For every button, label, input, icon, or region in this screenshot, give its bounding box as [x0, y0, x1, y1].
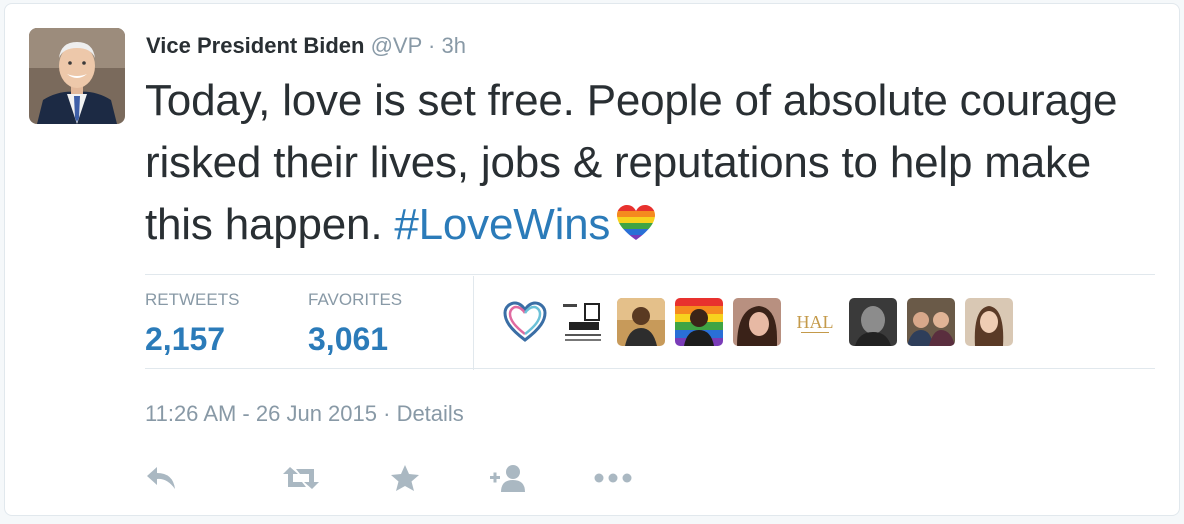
user-photo-avatar[interactable]	[849, 298, 897, 346]
reply-button[interactable]	[145, 460, 193, 496]
reply-icon	[147, 467, 175, 489]
hashtag-link[interactable]: #LoveWins	[394, 200, 610, 249]
tweet-meta: 11:26 AM - 26 Jun 2015 · Details	[145, 400, 464, 428]
relative-time[interactable]: 3h	[441, 33, 465, 58]
retweets-count: 2,157	[145, 321, 226, 357]
favorites-stat[interactable]: FAVORITES 3,061	[308, 289, 402, 359]
rainbow-photo-avatar[interactable]	[675, 298, 723, 346]
user-photo-avatar[interactable]	[733, 298, 781, 346]
tweet-actions	[145, 460, 665, 496]
retweet-button[interactable]	[249, 460, 353, 496]
follow-button[interactable]	[457, 460, 561, 496]
tweet-text: Today, love is set free. People of absol…	[145, 70, 1165, 259]
more-icon	[594, 473, 632, 483]
follow-icon	[490, 465, 525, 492]
favoriters-list: HAL	[501, 298, 1013, 346]
tweet-header: Vice President Biden @VP · 3h	[146, 32, 466, 60]
retweets-label: RETWEETS	[145, 290, 240, 309]
heart-logo-avatar[interactable]	[501, 298, 549, 346]
favorite-button[interactable]	[353, 460, 457, 496]
stats-divider	[473, 276, 474, 370]
favorites-count: 3,061	[308, 321, 389, 357]
meta-separator: ·	[383, 401, 391, 426]
details-link[interactable]: Details	[397, 401, 464, 426]
author-avatar[interactable]	[29, 28, 125, 124]
user-photo-avatar[interactable]	[965, 298, 1013, 346]
rainbow-heart-icon	[616, 197, 656, 259]
svg-text:HAL: HAL	[797, 312, 834, 332]
more-button[interactable]	[561, 460, 665, 496]
author-handle[interactable]: @VP	[371, 33, 422, 58]
retweets-stat[interactable]: RETWEETS 2,157	[145, 289, 239, 359]
divider-bottom	[145, 368, 1155, 369]
tweet-timestamp[interactable]: 11:26 AM - 26 Jun 2015	[145, 401, 377, 426]
favorites-label: FAVORITES	[308, 290, 403, 309]
header-separator: ·	[428, 33, 436, 58]
user-photo-avatar[interactable]	[617, 298, 665, 346]
tweet-card: Vice President Biden @VP · 3h Today, lov…	[4, 3, 1180, 516]
group-photo-avatar[interactable]	[907, 298, 955, 346]
business-card-avatar[interactable]	[559, 298, 607, 346]
retweet-icon	[283, 467, 319, 489]
star-icon	[391, 465, 419, 491]
divider-top	[145, 274, 1155, 275]
author-name[interactable]: Vice President Biden	[146, 33, 364, 58]
hal-logo-avatar[interactable]: HAL	[791, 298, 839, 346]
